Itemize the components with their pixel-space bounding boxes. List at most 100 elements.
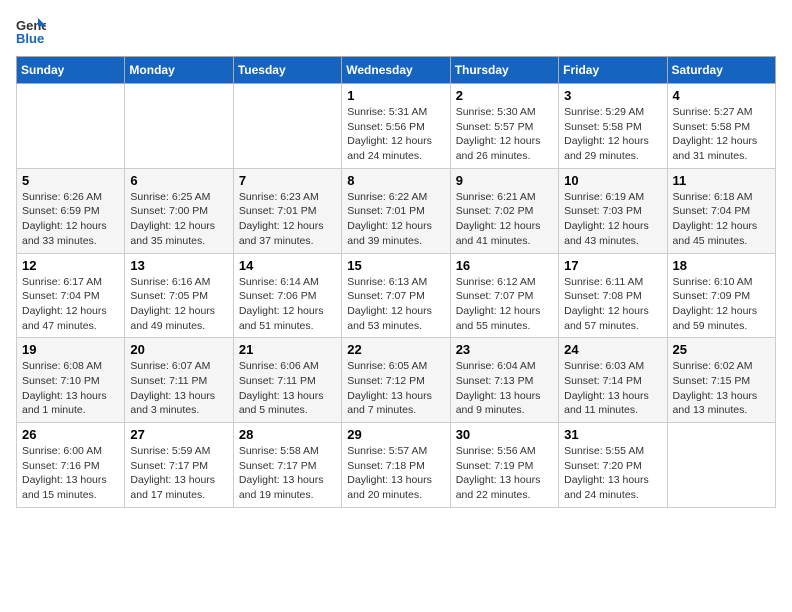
calendar-cell: 27 Sunrise: 5:59 AM Sunset: 7:17 PM Dayli… [125,423,233,508]
day-number: 21 [239,342,336,357]
day-number: 22 [347,342,444,357]
calendar-cell: 7 Sunrise: 6:23 AM Sunset: 7:01 PM Daylig… [233,168,341,253]
day-info: Sunrise: 5:56 AM Sunset: 7:19 PM Dayligh… [456,444,553,503]
weekday-header: Saturday [667,57,775,84]
calendar-cell [667,423,775,508]
day-info: Sunrise: 6:22 AM Sunset: 7:01 PM Dayligh… [347,190,444,249]
day-number: 16 [456,258,553,273]
day-number: 7 [239,173,336,188]
day-number: 2 [456,88,553,103]
calendar-week-row: 19 Sunrise: 6:08 AM Sunset: 7:10 PM Dayli… [17,338,776,423]
calendar-cell: 12 Sunrise: 6:17 AM Sunset: 7:04 PM Dayli… [17,253,125,338]
day-info: Sunrise: 6:03 AM Sunset: 7:14 PM Dayligh… [564,359,661,418]
day-info: Sunrise: 5:57 AM Sunset: 7:18 PM Dayligh… [347,444,444,503]
calendar-cell: 8 Sunrise: 6:22 AM Sunset: 7:01 PM Daylig… [342,168,450,253]
calendar-week-row: 1 Sunrise: 5:31 AM Sunset: 5:56 PM Daylig… [17,84,776,169]
weekday-header: Wednesday [342,57,450,84]
day-info: Sunrise: 6:12 AM Sunset: 7:07 PM Dayligh… [456,275,553,334]
day-info: Sunrise: 5:27 AM Sunset: 5:58 PM Dayligh… [673,105,770,164]
calendar-cell: 20Sunrise: 6:07 AM Sunset: 7:11 PM Dayli… [125,338,233,423]
day-info: Sunrise: 6:00 AM Sunset: 7:16 PM Dayligh… [22,444,119,503]
day-number: 28 [239,427,336,442]
day-info: Sunrise: 6:02 AM Sunset: 7:15 PM Dayligh… [673,359,770,418]
day-info: Sunrise: 5:55 AM Sunset: 7:20 PM Dayligh… [564,444,661,503]
day-number: 14 [239,258,336,273]
day-info: Sunrise: 6:16 AM Sunset: 7:05 PM Dayligh… [130,275,227,334]
calendar-cell: 31 Sunrise: 5:55 AM Sunset: 7:20 PM Dayli… [559,423,667,508]
day-number: 27 [130,427,227,442]
calendar-header-row: SundayMondayTuesdayWednesdayThursdayFrid… [17,57,776,84]
day-number: 24 [564,342,661,357]
weekday-header: Sunday [17,57,125,84]
day-number: 18 [673,258,770,273]
day-info: Sunrise: 6:13 AM Sunset: 7:07 PM Dayligh… [347,275,444,334]
calendar-cell: 11Sunrise: 6:18 AM Sunset: 7:04 PM Dayli… [667,168,775,253]
calendar-cell: 18 Sunrise: 6:10 AM Sunset: 7:09 PM Dayli… [667,253,775,338]
day-number: 19 [22,342,119,357]
logo: General Blue [16,16,52,46]
calendar-cell: 14 Sunrise: 6:14 AM Sunset: 7:06 PM Dayli… [233,253,341,338]
day-number: 4 [673,88,770,103]
svg-text:Blue: Blue [16,31,44,46]
calendar-cell: 28 Sunrise: 5:58 AM Sunset: 7:17 PM Dayli… [233,423,341,508]
day-info: Sunrise: 6:11 AM Sunset: 7:08 PM Dayligh… [564,275,661,334]
calendar-week-row: 5Sunrise: 6:26 AM Sunset: 6:59 PM Daylig… [17,168,776,253]
day-info: Sunrise: 6:25 AM Sunset: 7:00 PM Dayligh… [130,190,227,249]
day-info: Sunrise: 6:04 AM Sunset: 7:13 PM Dayligh… [456,359,553,418]
day-number: 25 [673,342,770,357]
calendar-cell [233,84,341,169]
day-info: Sunrise: 6:07 AM Sunset: 7:11 PM Dayligh… [130,359,227,418]
day-number: 13 [130,258,227,273]
day-info: Sunrise: 6:14 AM Sunset: 7:06 PM Dayligh… [239,275,336,334]
calendar-cell: 24 Sunrise: 6:03 AM Sunset: 7:14 PM Dayli… [559,338,667,423]
day-info: Sunrise: 5:58 AM Sunset: 7:17 PM Dayligh… [239,444,336,503]
day-number: 5 [22,173,119,188]
calendar-cell: 26 Sunrise: 6:00 AM Sunset: 7:16 PM Dayli… [17,423,125,508]
weekday-header: Friday [559,57,667,84]
day-number: 9 [456,173,553,188]
calendar-cell [125,84,233,169]
day-info: Sunrise: 5:31 AM Sunset: 5:56 PM Dayligh… [347,105,444,164]
day-info: Sunrise: 6:10 AM Sunset: 7:09 PM Dayligh… [673,275,770,334]
calendar-week-row: 12 Sunrise: 6:17 AM Sunset: 7:04 PM Dayli… [17,253,776,338]
calendar-table: SundayMondayTuesdayWednesdayThursdayFrid… [16,56,776,508]
weekday-header: Tuesday [233,57,341,84]
day-number: 31 [564,427,661,442]
logo-icon: General Blue [16,16,46,46]
day-info: Sunrise: 6:23 AM Sunset: 7:01 PM Dayligh… [239,190,336,249]
day-info: Sunrise: 6:08 AM Sunset: 7:10 PM Dayligh… [22,359,119,418]
day-number: 17 [564,258,661,273]
day-number: 15 [347,258,444,273]
day-info: Sunrise: 6:05 AM Sunset: 7:12 PM Dayligh… [347,359,444,418]
day-number: 23 [456,342,553,357]
calendar-cell: 2Sunrise: 5:30 AM Sunset: 5:57 PM Daylig… [450,84,558,169]
calendar-cell: 21 Sunrise: 6:06 AM Sunset: 7:11 PM Dayli… [233,338,341,423]
calendar-cell: 16 Sunrise: 6:12 AM Sunset: 7:07 PM Dayli… [450,253,558,338]
day-number: 26 [22,427,119,442]
day-info: Sunrise: 6:17 AM Sunset: 7:04 PM Dayligh… [22,275,119,334]
weekday-header: Thursday [450,57,558,84]
day-number: 8 [347,173,444,188]
calendar-cell: 3 Sunrise: 5:29 AM Sunset: 5:58 PM Daylig… [559,84,667,169]
calendar-cell: 5Sunrise: 6:26 AM Sunset: 6:59 PM Daylig… [17,168,125,253]
day-number: 30 [456,427,553,442]
day-info: Sunrise: 6:06 AM Sunset: 7:11 PM Dayligh… [239,359,336,418]
calendar-cell: 15 Sunrise: 6:13 AM Sunset: 7:07 PM Dayli… [342,253,450,338]
calendar-cell [17,84,125,169]
day-number: 3 [564,88,661,103]
day-number: 12 [22,258,119,273]
day-info: Sunrise: 5:29 AM Sunset: 5:58 PM Dayligh… [564,105,661,164]
day-info: Sunrise: 5:59 AM Sunset: 7:17 PM Dayligh… [130,444,227,503]
calendar-cell: 9 Sunrise: 6:21 AM Sunset: 7:02 PM Daylig… [450,168,558,253]
calendar-cell: 30 Sunrise: 5:56 AM Sunset: 7:19 PM Dayli… [450,423,558,508]
calendar-cell: 19 Sunrise: 6:08 AM Sunset: 7:10 PM Dayli… [17,338,125,423]
day-info: Sunrise: 6:19 AM Sunset: 7:03 PM Dayligh… [564,190,661,249]
calendar-cell: 29Sunrise: 5:57 AM Sunset: 7:18 PM Dayli… [342,423,450,508]
weekday-header: Monday [125,57,233,84]
calendar-cell: 6Sunrise: 6:25 AM Sunset: 7:00 PM Daylig… [125,168,233,253]
day-number: 1 [347,88,444,103]
page-header: General Blue [16,16,776,46]
day-number: 10 [564,173,661,188]
day-info: Sunrise: 6:21 AM Sunset: 7:02 PM Dayligh… [456,190,553,249]
calendar-cell: 17 Sunrise: 6:11 AM Sunset: 7:08 PM Dayli… [559,253,667,338]
